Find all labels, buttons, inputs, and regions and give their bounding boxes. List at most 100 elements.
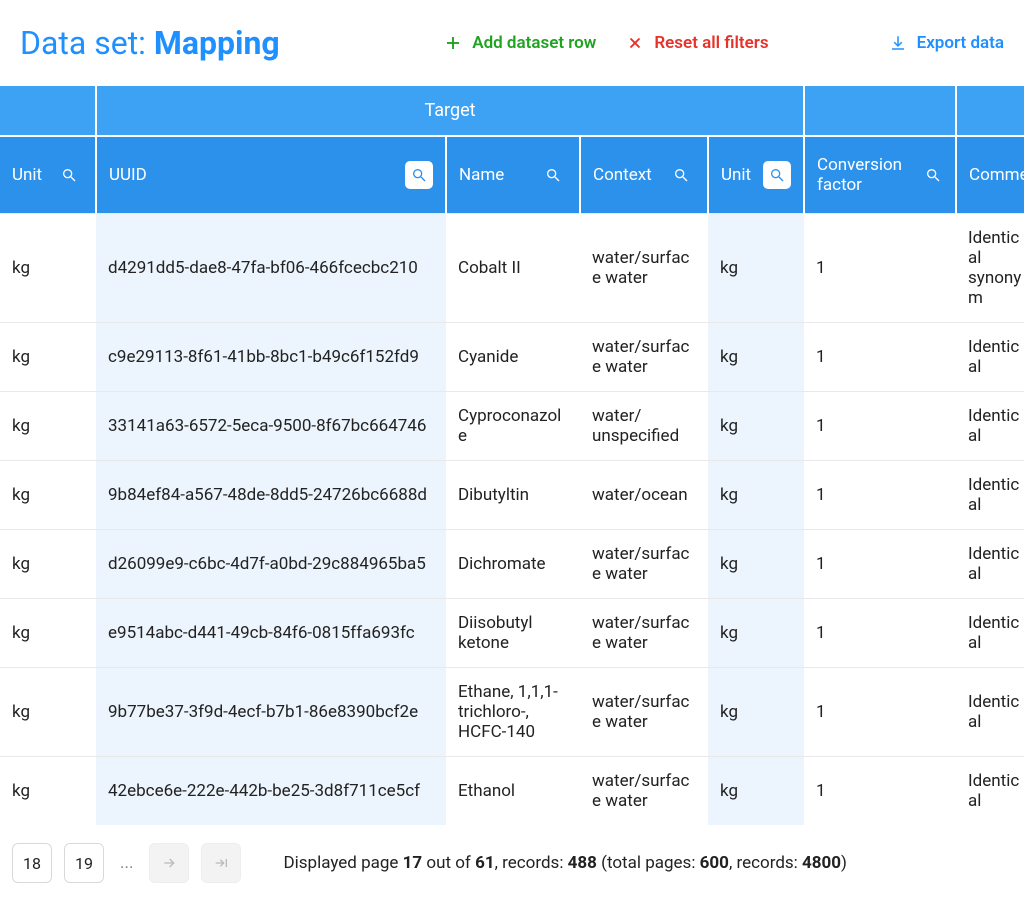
col-header-unit-target: Unit — [708, 136, 804, 214]
table-body: kgd4291dd5-dae8-47fa-bf06-466fcecbc210Co… — [0, 214, 1024, 826]
cell-context: water/surface water — [580, 214, 708, 323]
cell-comment: Identical — [956, 323, 1024, 392]
search-icon[interactable] — [55, 161, 83, 189]
cell-name: Ethane, 1,1,1-trichloro-, HCFC-140 — [446, 668, 580, 757]
cell-name: Cyproconazole — [446, 392, 580, 461]
table-row: kg e9514abc-d441-49cb-84f6-0815ffa693fcDi… — [0, 599, 1024, 668]
add-dataset-row-button[interactable]: Add dataset row — [444, 33, 596, 53]
search-icon[interactable] — [539, 161, 567, 189]
cell-comment: Identical — [956, 599, 1024, 668]
cell-comment: Identical — [956, 392, 1024, 461]
table-group-header-row: Target — [0, 86, 1024, 136]
cell-unit-source: kg — [0, 530, 96, 599]
page-button-18[interactable]: 18 — [12, 843, 52, 883]
cell-unit-source: kg — [0, 214, 96, 323]
plus-icon — [444, 34, 462, 52]
cell-context: water/surface water — [580, 323, 708, 392]
cell-name: Dichromate — [446, 530, 580, 599]
cell-unit-source: kg — [0, 323, 96, 392]
cell-context: water/ocean — [580, 461, 708, 530]
cell-conversion-factor: 1 — [804, 599, 956, 668]
cell-name: Cyanide — [446, 323, 580, 392]
col-header-comment: Comment — [956, 136, 1024, 214]
cell-unit-source: kg — [0, 668, 96, 757]
export-label: Export data — [917, 33, 1004, 53]
cell-uuid: d4291dd5-dae8-47fa-bf06-466fcecbc210 — [96, 214, 446, 323]
table-row: kg9b84ef84-a567-48de-8dd5-24726bc6688dDi… — [0, 461, 1024, 530]
cell-uuid: 9b84ef84-a567-48de-8dd5-24726bc6688d — [96, 461, 446, 530]
cell-uuid: 42ebce6e-222e-442b-be25-3d8f711ce5cf — [96, 757, 446, 826]
cell-conversion-factor: 1 — [804, 530, 956, 599]
group-header-blank-factor — [804, 86, 956, 136]
col-header-name: Name — [446, 136, 580, 214]
cell-name: Ethanol — [446, 757, 580, 826]
download-icon — [889, 34, 907, 52]
cell-unit-target: kg — [708, 668, 804, 757]
page-button-19[interactable]: 19 — [64, 843, 104, 883]
cell-unit-target: kg — [708, 214, 804, 323]
add-label: Add dataset row — [472, 33, 596, 53]
page-ellipsis: ... — [116, 853, 137, 873]
cell-comment: Identical synonym — [956, 214, 1024, 323]
search-icon[interactable] — [763, 161, 791, 189]
close-icon — [626, 34, 644, 52]
cell-comment: Identical — [956, 757, 1024, 826]
table-row: kg9b77be37-3f9d-4ecf-b7b1-86e8390bcf2eEt… — [0, 668, 1024, 757]
group-header-target: Target — [96, 86, 804, 136]
cell-unit-target: kg — [708, 757, 804, 826]
cell-context: water/ unspecified — [580, 392, 708, 461]
col-header-conversion-factor: Conversion factor — [804, 136, 956, 214]
page-next-button[interactable] — [149, 843, 189, 883]
cell-unit-source: kg — [0, 392, 96, 461]
pagination-summary: Displayed page 17 out of 61, records: 48… — [283, 853, 847, 873]
cell-uuid: 9b77be37-3f9d-4ecf-b7b1-86e8390bcf2e — [96, 668, 446, 757]
cell-unit-target: kg — [708, 599, 804, 668]
reset-filters-button[interactable]: Reset all filters — [626, 33, 768, 53]
table-column-header-row: Unit UUID Name Context Unit Conversion f… — [0, 136, 1024, 214]
group-header-blank-left — [0, 86, 96, 136]
table-row: kgd26099e9-c6bc-4d7f-a0bd-29c884965ba5Di… — [0, 530, 1024, 599]
cell-comment: Identical — [956, 530, 1024, 599]
search-icon[interactable] — [667, 161, 695, 189]
cell-uuid: 33141a63-6572-5eca-9500-8f67bc664746 — [96, 392, 446, 461]
data-table-wrap: Target Unit UUID Name Context Unit Conve… — [0, 86, 1024, 825]
cell-name: Cobalt II — [446, 214, 580, 323]
cell-unit-target: kg — [708, 461, 804, 530]
group-header-blank-right — [956, 86, 1024, 136]
cell-comment: Identical — [956, 461, 1024, 530]
page-last-button[interactable] — [201, 843, 241, 883]
cell-conversion-factor: 1 — [804, 214, 956, 323]
col-header-unit-source: Unit — [0, 136, 96, 214]
cell-context: water/surface water — [580, 530, 708, 599]
cell-comment: Identical — [956, 668, 1024, 757]
table-row: kgd4291dd5-dae8-47fa-bf06-466fcecbc210Co… — [0, 214, 1024, 323]
table-row: kg33141a63-6572-5eca-9500-8f67bc664746Cy… — [0, 392, 1024, 461]
cell-conversion-factor: 1 — [804, 323, 956, 392]
cell-unit-source: kg — [0, 461, 96, 530]
cell-conversion-factor: 1 — [804, 757, 956, 826]
cell-context: water/surface water — [580, 599, 708, 668]
page-title: Data set: Mapping — [20, 24, 280, 62]
cell-unit-target: kg — [708, 323, 804, 392]
cell-conversion-factor: 1 — [804, 461, 956, 530]
cell-context: water/surface water — [580, 757, 708, 826]
cell-conversion-factor: 1 — [804, 668, 956, 757]
cell-uuid: c9e29113-8f61-41bb-8bc1-b49c6f152fd9 — [96, 323, 446, 392]
search-icon[interactable] — [923, 161, 943, 189]
table-row: kg42ebce6e-222e-442b-be25-3d8f711ce5cfEt… — [0, 757, 1024, 826]
cell-unit-source: kg — [0, 757, 96, 826]
cell-name: Diisobutyl ketone — [446, 599, 580, 668]
cell-unit-target: kg — [708, 392, 804, 461]
export-data-button[interactable]: Export data — [889, 33, 1004, 53]
header-actions: Add dataset row Reset all filters Export… — [444, 33, 1004, 53]
cell-unit-target: kg — [708, 530, 804, 599]
table-row: kgc9e29113-8f61-41bb-8bc1-b49c6f152fd9Cy… — [0, 323, 1024, 392]
search-icon[interactable] — [405, 161, 433, 189]
reset-label: Reset all filters — [654, 33, 768, 53]
col-header-uuid: UUID — [96, 136, 446, 214]
cell-conversion-factor: 1 — [804, 392, 956, 461]
cell-uuid: e9514abc-d441-49cb-84f6-0815ffa693fc — [96, 599, 446, 668]
cell-name: Dibutyltin — [446, 461, 580, 530]
cell-uuid: d26099e9-c6bc-4d7f-a0bd-29c884965ba5 — [96, 530, 446, 599]
page-header: Data set: Mapping Add dataset row Reset … — [0, 0, 1024, 86]
